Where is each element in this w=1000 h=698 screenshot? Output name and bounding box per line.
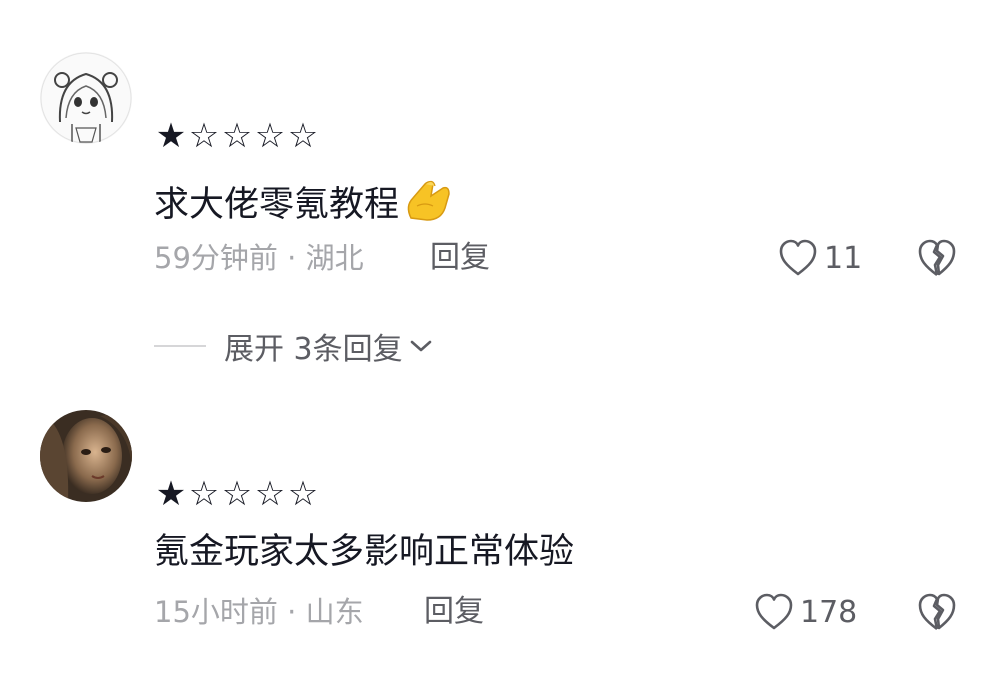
expand-divider <box>154 345 206 347</box>
comment-time: 15小时前 <box>154 595 278 629</box>
star-empty-icon: ☆ <box>221 474 252 514</box>
star-empty-icon: ☆ <box>221 116 252 156</box>
star-empty-icon: ☆ <box>254 116 285 156</box>
heart-outline-icon <box>755 593 793 630</box>
comment-location: 湖北 <box>305 241 364 275</box>
star-empty-icon: ☆ <box>188 116 219 156</box>
star-filled-icon: ★ <box>155 116 186 156</box>
broken-heart-icon <box>918 239 956 277</box>
avatar[interactable] <box>40 410 132 502</box>
comment-location: 山东 <box>305 595 364 629</box>
reply-button[interactable]: 回复 <box>430 240 490 276</box>
star-empty-icon: ☆ <box>287 116 318 156</box>
comment-text: 氪金玩家太多影响正常体验 <box>154 530 574 574</box>
like-count: 178 <box>800 594 858 630</box>
heart-outline-icon <box>779 239 817 276</box>
pinched-fingers-emoji <box>403 176 453 233</box>
chevron-down-icon <box>410 340 431 352</box>
star-empty-icon: ☆ <box>188 474 219 514</box>
expand-replies-label: 展开 3条回复 <box>224 332 403 367</box>
avatar[interactable] <box>40 52 132 144</box>
expand-replies[interactable]: 展开 3条回复 <box>154 326 433 367</box>
star-rating: ★ ☆ ☆ ☆ ☆ <box>154 116 319 156</box>
comment-time: 59分钟前 <box>154 241 278 275</box>
dislike-button[interactable] <box>916 592 958 632</box>
star-rating: ★ ☆ ☆ ☆ ☆ <box>154 474 319 514</box>
reply-button[interactable]: 回复 <box>424 594 484 630</box>
dislike-button[interactable] <box>916 238 958 278</box>
comment-body: 氪金玩家太多影响正常体验 <box>154 532 575 572</box>
star-filled-icon: ★ <box>155 474 186 514</box>
star-empty-icon: ☆ <box>254 474 285 514</box>
like-button[interactable]: 178 <box>754 592 857 632</box>
like-count: 11 <box>824 240 863 276</box>
star-empty-icon: ☆ <box>287 474 318 514</box>
meta-separator: · <box>287 241 297 275</box>
comment-text: 求大佬零氪教程 <box>154 176 453 233</box>
broken-heart-icon <box>918 593 956 631</box>
like-button[interactable]: 11 <box>778 238 862 278</box>
comment-meta: 15小时前 · 山东 <box>154 594 364 630</box>
meta-separator: · <box>287 595 297 629</box>
comment-item: ★ ☆ ☆ ☆ ☆ 求大佬零氪教程 59分钟前 · 湖北 回复 11 展开 3条回复 <box>0 0 1000 380</box>
comment-meta: 59分钟前 · 湖北 <box>154 240 364 276</box>
comment-item: ★ ☆ ☆ ☆ ☆ 氪金玩家太多影响正常体验 15小时前 · 山东 回复 178 <box>0 400 1000 698</box>
comment-body: 求大佬零氪教程 <box>154 185 400 225</box>
